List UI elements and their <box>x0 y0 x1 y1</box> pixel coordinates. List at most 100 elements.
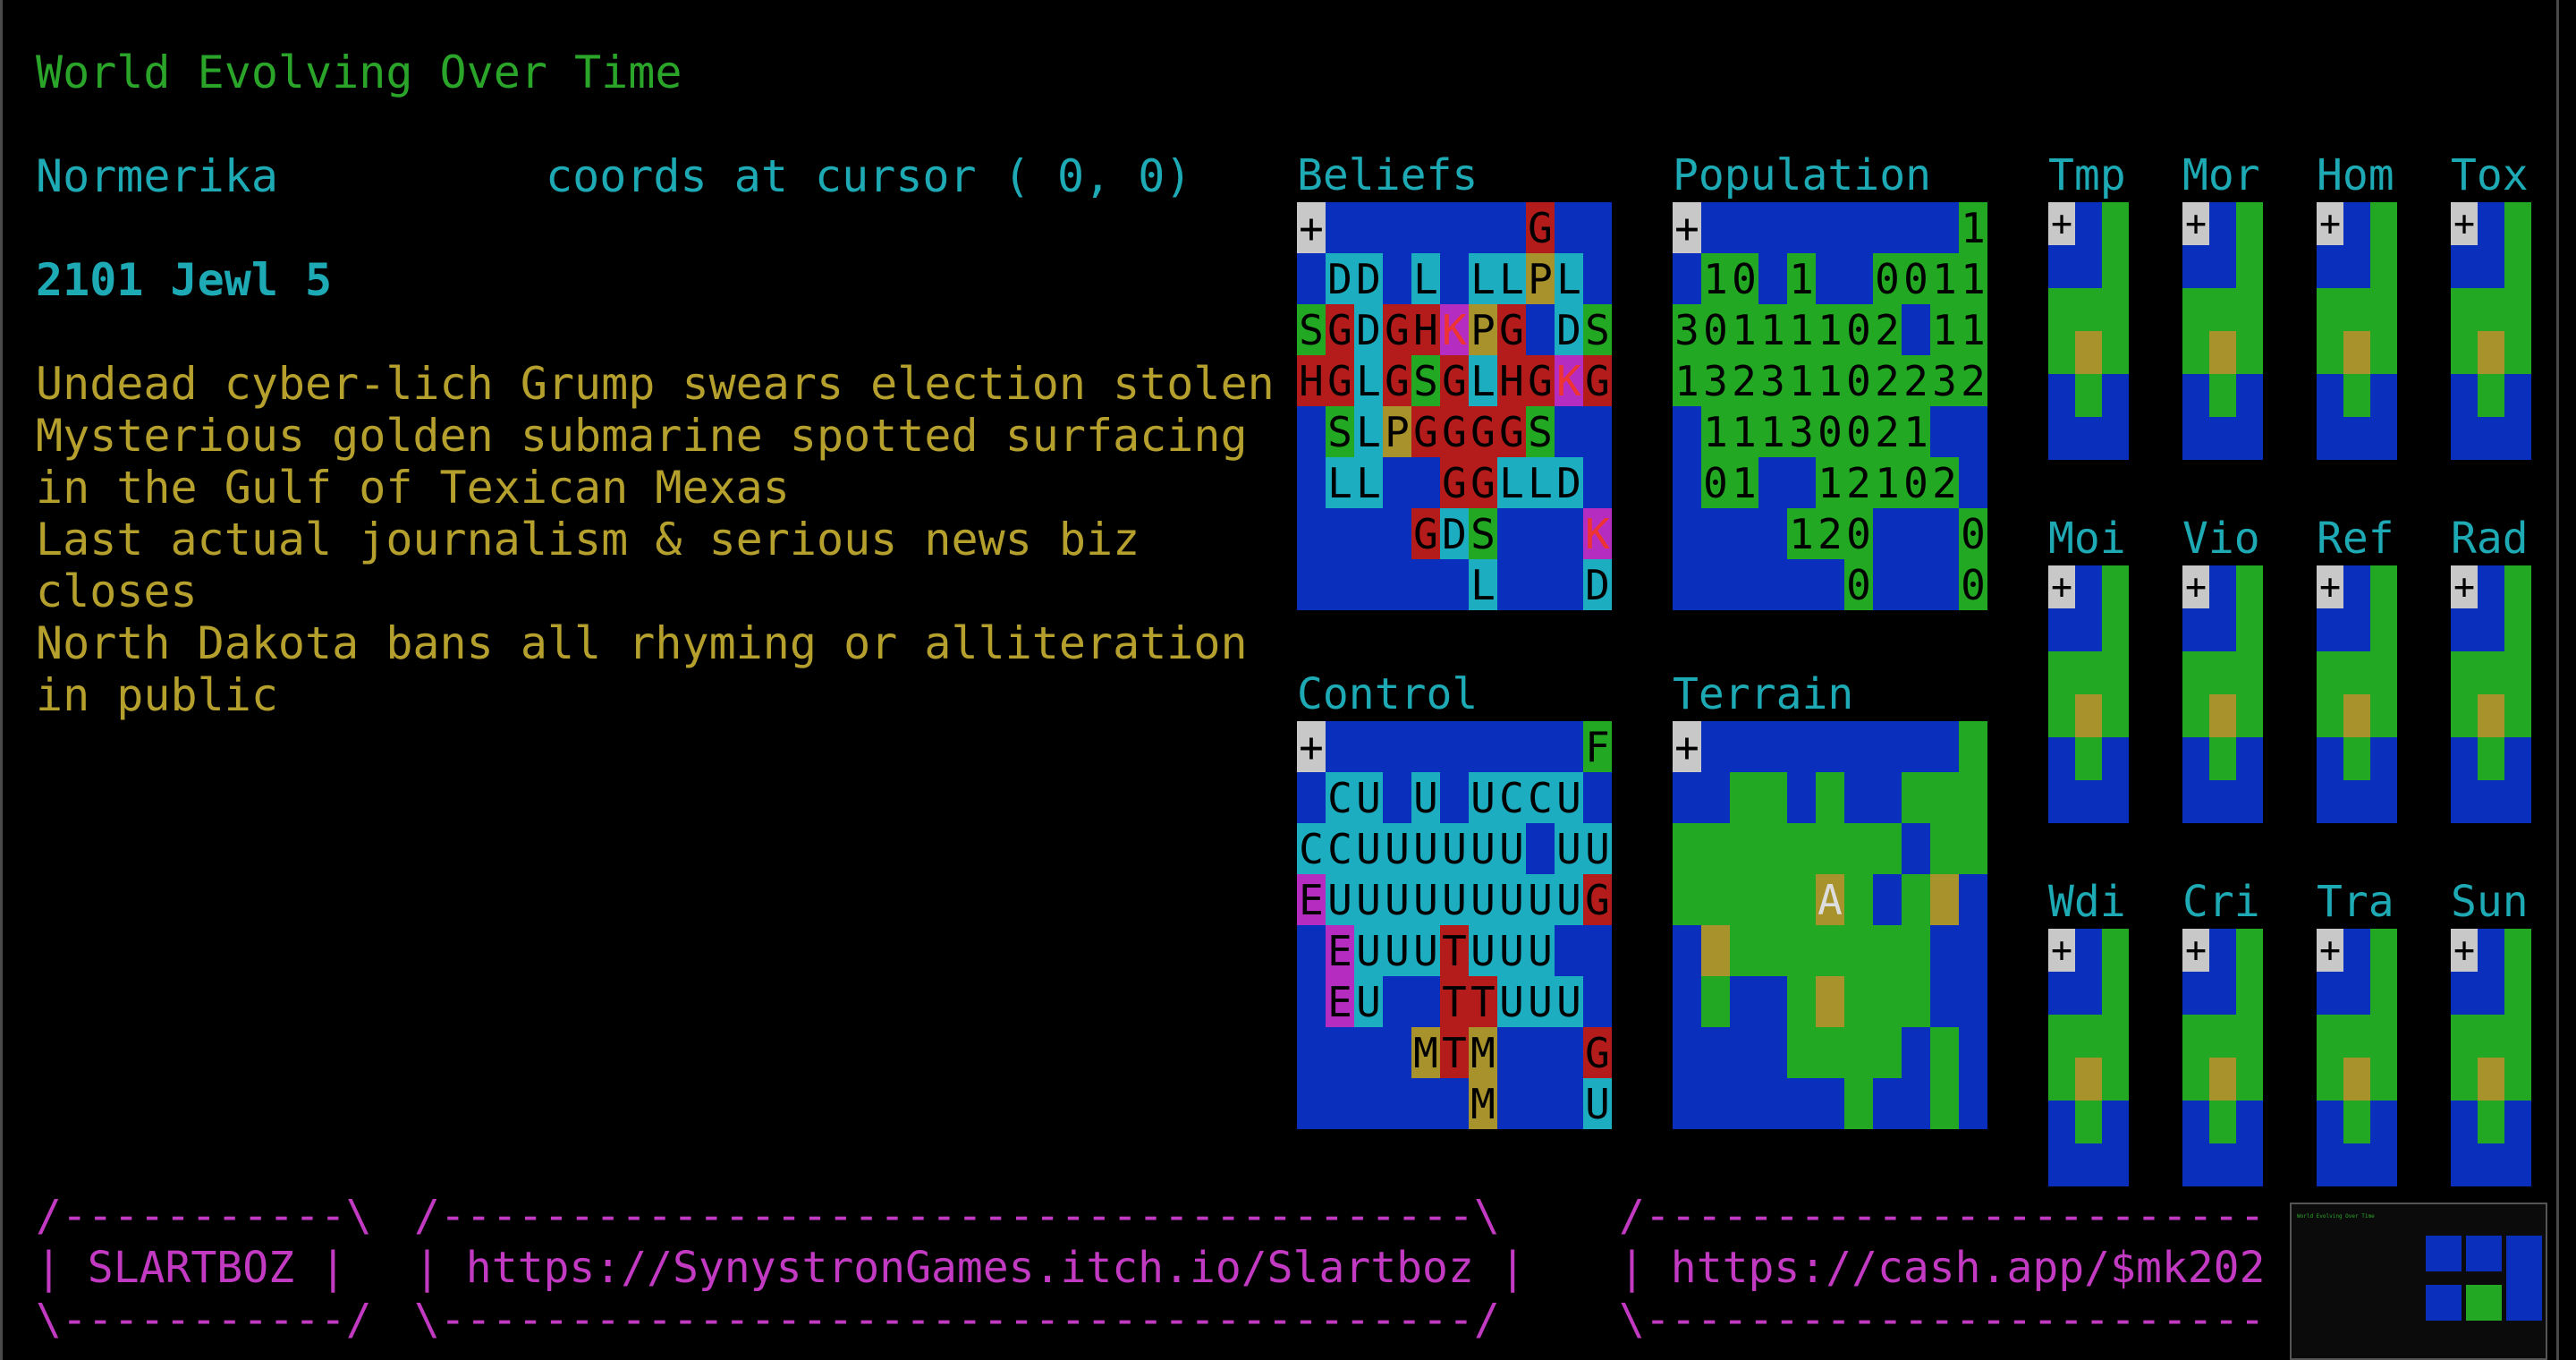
map-cell <box>1354 508 1383 559</box>
current-date: 2101 Jewl 5 <box>36 254 333 306</box>
beliefs-map[interactable]: + G D D L L L P L S G D G H K P G D S H G L G S G L H G K G S L P G G G G S L L… <box>1297 202 1612 610</box>
map-cell <box>1555 406 1583 457</box>
mini-map[interactable]: + <box>2451 929 2531 1186</box>
control-map[interactable]: + F C U U U C C U C C U U U U U U U U E U U U U U U U U U G E U U U T U U U E U… <box>1297 721 1612 1129</box>
terrain-map[interactable]: + A <box>1673 721 1987 1129</box>
mini-map[interactable]: + <box>2048 565 2129 823</box>
cashapp-link-text[interactable]: https://cash.app/$mk202 <box>1671 1243 2266 1293</box>
mini-cell <box>2478 780 2504 823</box>
map-cell: 1 <box>1873 457 1902 508</box>
mini-cell <box>2075 565 2102 608</box>
land-cell <box>1873 1027 1902 1078</box>
map-cell: 2 <box>1873 406 1902 457</box>
map-cell: U <box>1497 874 1526 925</box>
map-cell: U <box>1383 874 1411 925</box>
map-cell <box>1354 559 1383 610</box>
map-cell: 2 <box>1816 508 1844 559</box>
mini-cell <box>2343 1058 2370 1101</box>
mini-map[interactable]: + <box>2048 929 2129 1186</box>
terminal-frame <box>0 0 2559 1360</box>
map-cell: S <box>1469 508 1497 559</box>
mini-cell <box>2317 694 2343 737</box>
news-line: in the Gulf of Texican Mexas <box>36 462 790 514</box>
map-cell: 0 <box>1844 559 1873 610</box>
cashapp-link[interactable]: | https://cash.app/$mk202 <box>1619 1242 2265 1294</box>
map-cell: E <box>1297 874 1326 925</box>
map-cell: S <box>1297 304 1326 355</box>
mini-cell <box>2102 1058 2129 1101</box>
thumbnail-title: World Evolving Over Time <box>2297 1213 2375 1220</box>
mini-cell <box>2478 288 2504 331</box>
map-cell: 3 <box>1673 304 1701 355</box>
mini-cell <box>2182 1058 2209 1101</box>
map-cell <box>1383 721 1411 772</box>
map-cell: L <box>1497 253 1526 304</box>
mini-cell <box>2209 331 2236 374</box>
mini-cell <box>2451 245 2478 288</box>
map-cell: 2 <box>1844 457 1873 508</box>
mini-cell <box>2317 288 2343 331</box>
water-cell <box>1959 1078 1987 1129</box>
land-cell <box>1816 1027 1844 1078</box>
thumbnail-map <box>2426 1285 2462 1321</box>
map-cell <box>1844 202 1873 253</box>
mini-cell <box>2370 1143 2397 1186</box>
banner-name[interactable]: | SLARTBOZ | <box>36 1242 346 1294</box>
mini-map[interactable]: + <box>2317 565 2397 823</box>
map-cell <box>1673 253 1701 304</box>
mini-map[interactable]: + <box>2182 202 2263 460</box>
mini-map[interactable]: + <box>2182 929 2263 1186</box>
window-thumbnail[interactable]: World Evolving Over Time <box>2290 1203 2547 1360</box>
mini-cell <box>2209 737 2236 780</box>
mini-cell <box>2478 1015 2504 1058</box>
mini-cell <box>2182 1143 2209 1186</box>
map-cell: M <box>1469 1027 1497 1078</box>
map-cell <box>1555 1078 1583 1129</box>
map-cell <box>1873 202 1902 253</box>
map-cell: L <box>1526 457 1555 508</box>
mini-cell <box>2209 288 2236 331</box>
map-cell <box>1673 406 1701 457</box>
mini-cell <box>2102 972 2129 1015</box>
mini-map[interactable]: + <box>2451 202 2531 460</box>
itch-link-text[interactable]: https://SynystronGames.itch.io/Slartboz <box>466 1243 1474 1293</box>
map-cell: G <box>1326 355 1354 406</box>
banner-name-top: /-----------\ <box>36 1191 372 1241</box>
mini-cell <box>2343 972 2370 1015</box>
mini-cell <box>2370 972 2397 1015</box>
news-line: Mysterious golden submarine spotted surf… <box>36 410 1248 462</box>
map-cell <box>1297 559 1326 610</box>
mini-cell <box>2075 417 2102 460</box>
mini-map[interactable]: + <box>2182 565 2263 823</box>
map-cell <box>1326 202 1354 253</box>
map-cell: G <box>1469 406 1497 457</box>
land-cell <box>1758 925 1787 976</box>
land-cell <box>1673 874 1701 925</box>
mini-map[interactable]: + <box>2317 929 2397 1186</box>
mini-cell <box>2048 1015 2075 1058</box>
map-cell: U <box>1411 772 1440 823</box>
mini-cell <box>2317 374 2343 417</box>
mini-map-title: Rad <box>2451 514 2529 564</box>
water-cell <box>1930 925 1959 976</box>
mini-map[interactable]: + <box>2317 202 2397 460</box>
land-cell <box>1673 823 1701 874</box>
water-cell <box>1673 976 1701 1027</box>
itch-link[interactable]: | https://SynystronGames.itch.io/Slartbo… <box>414 1242 1526 1294</box>
mini-cell <box>2075 245 2102 288</box>
map-cell: 1 <box>1816 457 1844 508</box>
thumbnail-map <box>2466 1285 2502 1321</box>
mini-map-title: Ref <box>2317 514 2394 564</box>
mini-map[interactable]: + <box>2451 565 2531 823</box>
mini-cell <box>2236 374 2263 417</box>
map-cell <box>1326 721 1354 772</box>
population-map[interactable]: +1 1 0 1 0 0 1 1 3 0 1 1 1 1 0 2 1 1 1 3 2 3 1 1 0 2 2 3 2 1 1 1 3 0 0 2 1 0 1… <box>1673 202 1987 610</box>
mini-cell <box>2504 929 2531 972</box>
mini-cell <box>2075 374 2102 417</box>
land-cell <box>1902 976 1930 1027</box>
map-cell: 1 <box>1959 253 1987 304</box>
mini-map[interactable]: + <box>2048 202 2129 460</box>
map-cell: 1 <box>1787 508 1816 559</box>
map-cell <box>1440 721 1469 772</box>
mini-cell <box>2504 288 2531 331</box>
